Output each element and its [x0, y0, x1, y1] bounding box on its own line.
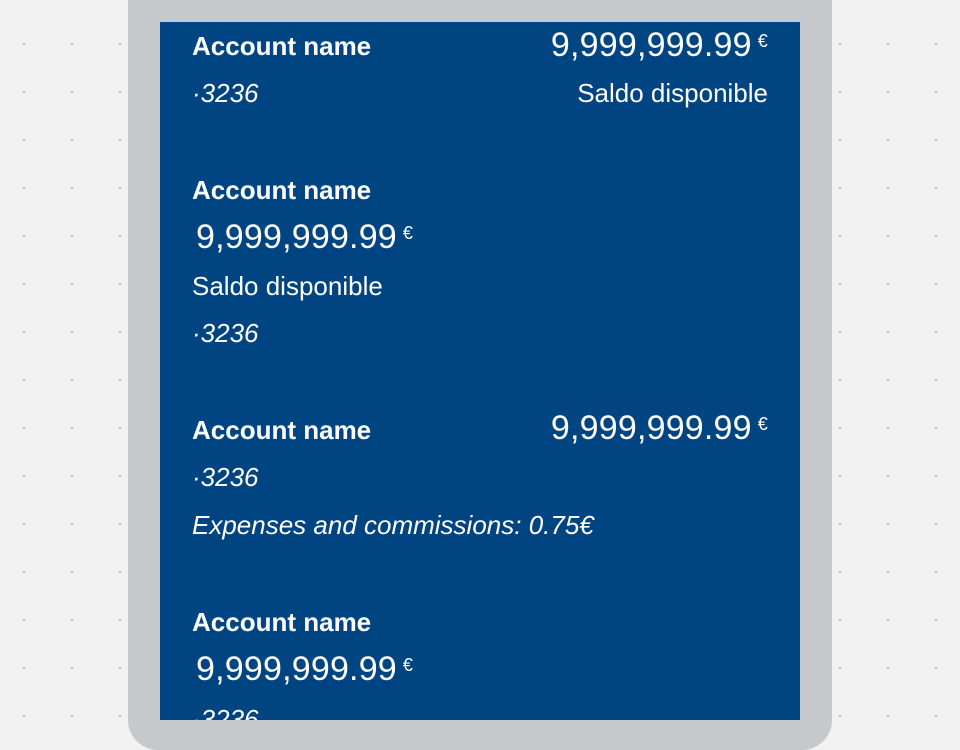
balance-label: Saldo disponible: [577, 78, 768, 108]
balance-amount: 9,999,999.99: [550, 409, 752, 447]
account-list: Account name 9,999,999.99 € ·3236 Saldo d…: [160, 22, 800, 720]
fees-text: Expenses and commissions: 0.75€: [192, 510, 594, 540]
account-number: ·3236: [192, 318, 259, 348]
currency-symbol: €: [757, 414, 768, 434]
currency-symbol: €: [402, 655, 414, 675]
balance-amount: 9,999,999.99: [196, 650, 397, 688]
currency-symbol: €: [402, 223, 414, 243]
account-number: ·3236: [192, 704, 259, 720]
currency-symbol: €: [757, 31, 768, 51]
account-name: Account name: [192, 607, 372, 637]
account-card[interactable]: Account name 9,999,999.99 € ·3236 Saldo d…: [192, 22, 768, 132]
account-card[interactable]: Account name 9,999,999.99 € ·3236 Expense…: [192, 402, 768, 552]
balance-label: Saldo disponible: [192, 271, 383, 301]
account-card[interactable]: Account name 9,999,999.99 € ·3236: [192, 594, 768, 720]
account-balance: 9,999,999.99 €: [551, 408, 768, 448]
account-name: Account name: [192, 31, 372, 61]
account-name: Account name: [192, 175, 372, 205]
account-balance: 9,999,999.99 €: [196, 649, 413, 689]
balance-amount: 9,999,999.99: [550, 26, 752, 64]
account-balance: 9,999,999.99 €: [196, 217, 413, 257]
account-balance: 9,999,999.99 €: [551, 25, 768, 65]
account-number: ·3236: [192, 462, 259, 492]
account-number: ·3236: [192, 78, 259, 108]
account-name: Account name: [192, 415, 372, 445]
account-card[interactable]: Account name 9,999,999.99 € Saldo disponi…: [192, 162, 768, 362]
balance-amount: 9,999,999.99: [196, 218, 397, 256]
